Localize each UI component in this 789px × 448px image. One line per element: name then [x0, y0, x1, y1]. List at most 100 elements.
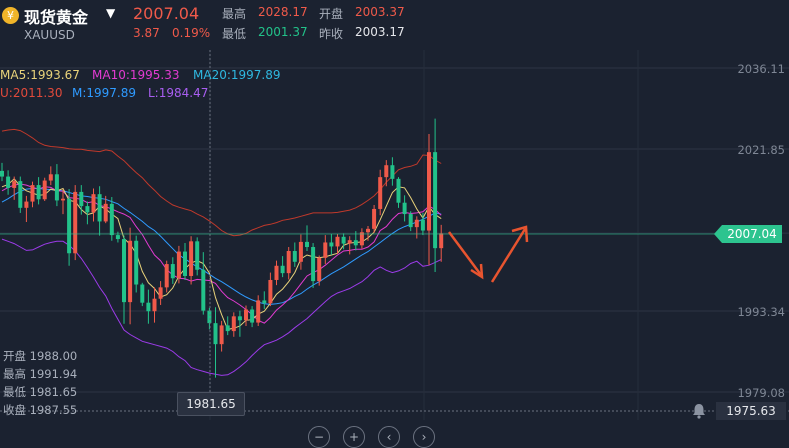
candle-body [335, 236, 340, 247]
candle [390, 157, 395, 186]
zoom-in-icon[interactable]: + [343, 426, 365, 448]
candle-body [237, 316, 242, 321]
candle [384, 160, 389, 187]
candle-body [353, 240, 358, 246]
candle-body [134, 240, 139, 285]
candle-body [402, 202, 407, 215]
candle [67, 189, 72, 266]
open-value: 2003.37 [355, 5, 405, 19]
candle [256, 295, 261, 326]
candle [323, 235, 328, 265]
candle-body [244, 309, 248, 321]
candle-body [109, 203, 114, 236]
candle-body [256, 300, 261, 323]
candle [176, 245, 181, 284]
candle-body [0, 170, 4, 177]
candle-body [170, 264, 175, 279]
price-change: 3.87 [133, 26, 160, 40]
candle-body [18, 181, 23, 208]
candle [408, 211, 413, 232]
bell-icon[interactable] [690, 402, 708, 420]
candle [134, 235, 139, 293]
candle [48, 166, 53, 186]
ohlc-high: 最高 1991.94 [3, 367, 78, 381]
candle-body [427, 152, 431, 231]
candle [0, 162, 4, 182]
candle-body [268, 279, 273, 304]
candle [91, 188, 96, 222]
candle-body [329, 242, 334, 247]
candle [427, 133, 431, 266]
candle-body [97, 194, 102, 222]
y-tick-label: 2036.11 [737, 62, 785, 76]
candle [128, 227, 133, 325]
candle [140, 282, 145, 307]
symbol-code: XAUUSD [24, 28, 75, 42]
boll-u-legend: U:2011.30 [0, 86, 63, 100]
ma10-legend: MA10:1995.33 [92, 68, 180, 82]
candle-body [305, 241, 309, 248]
low-value: 2001.37 [258, 25, 308, 39]
prev-close-label: 昨收 [319, 27, 344, 41]
candle [30, 181, 35, 208]
candle-body [189, 241, 194, 276]
scroll-left-icon[interactable]: ‹ [378, 426, 400, 448]
candle [286, 247, 291, 280]
chevron-down-icon[interactable]: ▼ [106, 6, 115, 20]
candle-body [79, 191, 84, 207]
gold-coin-icon: ¥ [2, 7, 19, 24]
candle-body [140, 284, 145, 303]
candle [152, 287, 157, 323]
candle [219, 320, 224, 352]
ma5-legend: MA5:1993.67 [0, 68, 80, 82]
candle-body [183, 251, 187, 276]
boll-m-legend: M:1997.89 [72, 86, 137, 100]
candle [231, 312, 236, 337]
candle [146, 289, 151, 324]
ohlc-low: 最低 1981.65 [3, 385, 78, 399]
candle-body [201, 269, 206, 311]
candle [414, 216, 419, 239]
crosshair-price-label: 1981.65 [177, 392, 245, 416]
candle [402, 195, 407, 222]
candle [195, 237, 200, 276]
open-label: 开盘 [319, 7, 344, 21]
candle [24, 195, 29, 223]
candle [201, 252, 206, 315]
candle [97, 186, 102, 236]
candle-body [67, 198, 72, 254]
candle [42, 177, 47, 201]
boll-l-legend: L:1984.47 [148, 86, 209, 100]
candle [268, 272, 273, 307]
symbol-name[interactable]: 现货黄金 [24, 4, 88, 28]
candle-body [158, 287, 163, 299]
candle [439, 224, 444, 262]
candle [329, 233, 334, 255]
candle-body [61, 198, 65, 201]
prediction-arrows [447, 225, 529, 283]
scroll-right-icon[interactable]: › [413, 426, 435, 448]
alert-price[interactable]: 1975.63 [716, 402, 786, 420]
candle-body [366, 228, 370, 233]
candle-body [439, 233, 444, 249]
candle-body [219, 325, 224, 345]
high-value: 2028.17 [258, 5, 308, 19]
ohlc-close: 收盘 1987.55 [3, 403, 78, 417]
arrow-up [490, 228, 527, 283]
candlestick-chart[interactable] [0, 0, 789, 436]
candle-body [378, 177, 383, 209]
candle [347, 236, 352, 255]
candle [207, 307, 212, 330]
candle [73, 185, 78, 261]
candle-body [231, 316, 236, 332]
candle-body [30, 185, 35, 202]
candle-body [250, 309, 255, 323]
candle [359, 228, 364, 249]
candle-body [91, 194, 96, 213]
candle-body [128, 240, 133, 303]
zoom-out-icon[interactable]: − [308, 426, 330, 448]
candle-body [6, 176, 11, 188]
candle-body [225, 325, 230, 332]
candle-body [207, 310, 212, 324]
quote-header: ¥ 现货黄金 ▼ XAUUSD 2007.04 3.87 0.19% 最高 20… [0, 0, 789, 50]
